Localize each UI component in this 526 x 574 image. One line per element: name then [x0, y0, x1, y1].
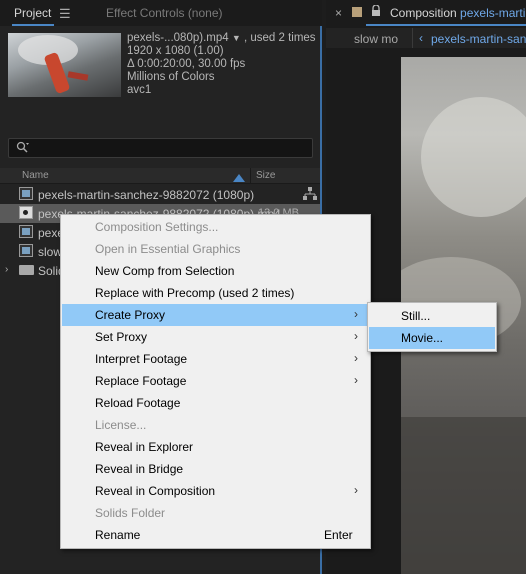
menu-item-rename[interactable]: Rename Enter	[62, 524, 369, 546]
tab-project[interactable]: Project	[14, 6, 51, 20]
composition-icon	[19, 225, 33, 238]
flowchart-icon[interactable]	[303, 187, 317, 204]
footage-duration: Δ 0:00:20:00, 30.00 fps	[127, 58, 246, 70]
menu-item-label: Reload Footage	[95, 396, 181, 410]
comp-tab-title[interactable]: Composition pexels-martin-	[390, 6, 526, 20]
active-tab-indicator	[366, 24, 526, 26]
chevron-right-icon: ›	[354, 351, 358, 365]
breadcrumb: slow mo ‹ pexels-martin-sanc	[326, 28, 526, 48]
project-tabbar: Project ☰ Effect Controls (none)	[0, 0, 322, 26]
menu-item-label: Interpret Footage	[95, 352, 188, 366]
menu-item-new-comp-from-selection[interactable]: New Comp from Selection	[62, 260, 369, 282]
submenu-create-proxy: Still... Movie...	[367, 302, 497, 352]
menu-item-label: Replace with Precomp (used 2 times)	[95, 286, 295, 300]
menu-item-composition-settings[interactable]: Composition Settings...	[62, 216, 369, 238]
menu-item-label: Create Proxy	[95, 308, 166, 322]
comp-title-name: pexels-martin-	[460, 6, 526, 20]
folder-icon	[19, 265, 34, 275]
close-icon[interactable]: ×	[335, 6, 342, 20]
menu-item-create-proxy[interactable]: Create Proxy ›	[62, 304, 369, 326]
menu-item-set-proxy[interactable]: Set Proxy ›	[62, 326, 369, 348]
comp-tabbar: × Composition pexels-martin-	[326, 0, 526, 26]
breadcrumb-item-current[interactable]: pexels-martin-sanc	[431, 32, 526, 46]
menu-item-replace-with-precomp[interactable]: Replace with Precomp (used 2 times)	[62, 282, 369, 304]
footage-resolution: 1920 x 1080 (1.00)	[127, 45, 224, 57]
menu-item-label: Reveal in Bridge	[95, 462, 184, 476]
breadcrumb-divider	[412, 28, 413, 48]
column-header: Name Size	[0, 168, 320, 184]
footage-dropdown-icon[interactable]: ▼	[232, 33, 241, 43]
context-menu: Composition Settings... Open in Essentia…	[60, 214, 371, 549]
footage-used: , used 2 times	[243, 32, 316, 44]
chevron-right-icon: ›	[354, 373, 358, 387]
disclosure-arrow-icon[interactable]: ›	[5, 264, 8, 275]
menu-item-label: Solids Folder	[95, 506, 166, 520]
menu-item-label: Composition Settings...	[95, 220, 219, 234]
menu-item-label: Set Proxy	[95, 330, 148, 344]
item-label: pexels-martin-sanchez-9882072 (1080p)	[38, 188, 255, 202]
breadcrumb-item-slow-mo[interactable]: slow mo	[354, 32, 398, 46]
menu-item-license[interactable]: License...	[62, 414, 369, 436]
menu-item-still[interactable]: Still...	[369, 305, 495, 327]
menu-item-reveal-in-bridge[interactable]: Reveal in Bridge	[62, 458, 369, 480]
menu-item-reveal-in-composition[interactable]: Reveal in Composition ›	[62, 480, 369, 502]
menu-item-label: Open in Essential Graphics	[95, 242, 241, 256]
column-divider[interactable]	[250, 168, 251, 184]
tab-effect-controls[interactable]: Effect Controls (none)	[106, 6, 223, 20]
footage-file-icon	[19, 206, 33, 219]
footage-colors: Millions of Colors	[127, 71, 215, 83]
menu-item-label: Movie...	[401, 331, 444, 345]
chevron-left-icon: ‹	[419, 31, 423, 45]
menu-item-replace-footage[interactable]: Replace Footage ›	[62, 370, 369, 392]
column-size[interactable]: Size	[256, 170, 275, 181]
item-label: slow	[38, 245, 63, 259]
menu-item-interpret-footage[interactable]: Interpret Footage ›	[62, 348, 369, 370]
menu-item-label: Still...	[401, 309, 431, 323]
footage-codec: avc1	[127, 84, 152, 96]
menu-item-solids-folder[interactable]: Solids Folder	[62, 502, 369, 524]
footage-name: pexels-...080p).mp4	[127, 32, 229, 44]
footage-thumbnail	[8, 33, 121, 97]
active-tab-indicator	[12, 24, 54, 26]
menu-item-label: Replace Footage	[95, 374, 187, 388]
composition-icon	[19, 244, 33, 257]
chevron-right-icon: ›	[354, 329, 358, 343]
footage-name-line: pexels-...080p).mp4 ▼ , used 2 times	[127, 32, 316, 44]
sort-ascending-icon[interactable]	[233, 171, 245, 185]
comp-title-prefix: Composition	[390, 6, 457, 20]
menu-item-reveal-in-explorer[interactable]: Reveal in Explorer	[62, 436, 369, 458]
menu-item-shortcut: Enter	[324, 528, 353, 542]
comp-color-icon	[352, 7, 362, 17]
menu-item-label: New Comp from Selection	[95, 264, 235, 278]
chevron-right-icon: ›	[354, 307, 358, 321]
menu-item-open-in-essential-graphics[interactable]: Open in Essential Graphics	[62, 238, 369, 260]
composition-icon	[19, 187, 33, 200]
search-input[interactable]	[8, 138, 313, 158]
lock-icon[interactable]	[371, 4, 381, 20]
chevron-right-icon: ›	[354, 483, 358, 497]
menu-item-label: Reveal in Explorer	[95, 440, 194, 454]
panel-menu-icon[interactable]: ☰	[59, 6, 71, 22]
menu-item-label: License...	[95, 418, 147, 432]
menu-item-label: Rename	[95, 528, 141, 542]
menu-item-movie[interactable]: Movie...	[369, 327, 495, 349]
list-item[interactable]: pexels-martin-sanchez-9882072 (1080p)	[0, 185, 320, 204]
search-icon	[16, 141, 29, 153]
column-name[interactable]: Name	[22, 170, 49, 181]
menu-item-reload-footage[interactable]: Reload Footage	[62, 392, 369, 414]
menu-item-label: Reveal in Composition	[95, 484, 216, 498]
